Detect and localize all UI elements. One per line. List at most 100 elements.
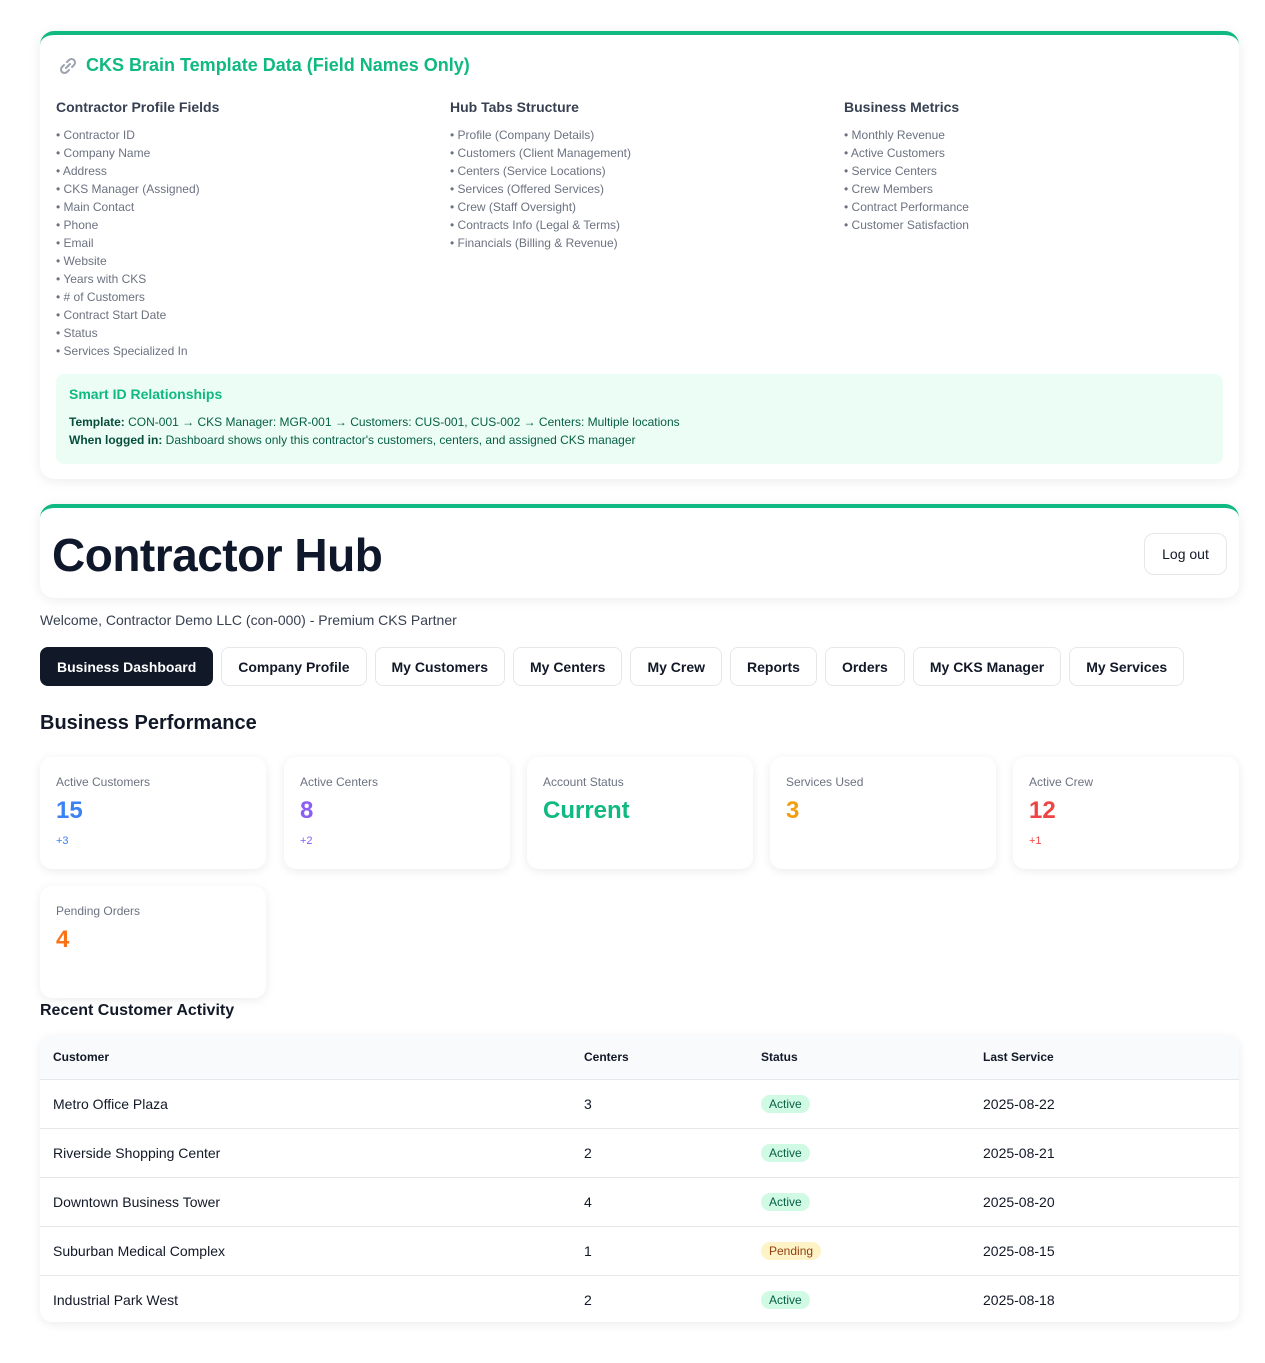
field-item: Crew (Staff Oversight) [450, 198, 830, 216]
column-heading: Contractor Profile Fields [56, 99, 220, 115]
hub-header: Contractor Hub Log out [40, 504, 1239, 598]
business-metrics-column: Business Metrics Monthly RevenueActive Cu… [844, 99, 1224, 234]
column-header: Centers [584, 1050, 629, 1065]
status-badge: Active [761, 1192, 810, 1211]
activity-title: Recent Customer Activity [40, 1002, 235, 1019]
tab-orders[interactable]: Orders [824, 647, 905, 686]
stat-change: +1 [1029, 835, 1042, 847]
table-body: Metro Office Plaza 3 Active 2025-08-22 River… [40, 1079, 1239, 1322]
tab-company-profile[interactable]: Company Profile [221, 647, 367, 686]
tab-my-centers[interactable]: My Centers [512, 647, 623, 686]
last-service-date: 2025-08-15 [983, 1242, 1055, 1259]
stat-card: Pending Orders 4 [40, 886, 266, 998]
tab-my-cks-manager[interactable]: My CKS Manager [912, 647, 1062, 686]
field-item: Address [56, 162, 436, 180]
stat-card: Services Used 3 [770, 757, 996, 869]
field-item: Service Centers [844, 162, 1224, 180]
tab-my-crew[interactable]: My Crew [630, 647, 723, 686]
customer-name: Riverside Shopping Center [53, 1144, 221, 1161]
link-icon [58, 56, 78, 76]
field-list: Profile (Company Details)Customers (Clie… [450, 126, 830, 252]
stat-value: 8 [300, 797, 314, 824]
last-service-date: 2025-08-21 [983, 1144, 1055, 1161]
table-row: Downtown Business Tower 4 Active 2025-08-20 [40, 1177, 1239, 1226]
stat-label: Pending Orders [56, 904, 141, 918]
table-row: Metro Office Plaza 3 Active 2025-08-22 [40, 1079, 1239, 1128]
centers-count: 3 [584, 1095, 592, 1112]
table-header-row: Customer Centers Status Last Service [40, 1036, 1239, 1079]
smart-id-template-line: Template: CON-001 → CKS Manager: MGR-001… [69, 415, 680, 429]
field-item: Contracts Info (Legal & Terms) [450, 216, 830, 234]
field-item: Contract Start Date [56, 306, 436, 324]
field-item: Main Contact [56, 198, 436, 216]
column-header: Last Service [983, 1050, 1054, 1065]
welcome-message: Welcome, Contractor Demo LLC (con-000) -… [40, 612, 457, 628]
status-cell: Active [748, 1128, 970, 1177]
stat-card: Account Status Current [527, 757, 753, 869]
status-badge: Pending [761, 1241, 822, 1260]
centers-count: 1 [584, 1242, 592, 1259]
tab-my-services[interactable]: My Services [1069, 647, 1185, 686]
stat-label: Services Used [786, 775, 864, 789]
status-badge: Active [761, 1143, 810, 1162]
stat-card: Active Crew 12 +1 [1013, 757, 1239, 869]
activity-table: Customer Centers Status Last Service Metro … [40, 1036, 1239, 1322]
status-cell: Active [748, 1177, 970, 1226]
field-item: Financials (Billing & Revenue) [450, 234, 830, 252]
last-service-date: 2025-08-22 [983, 1095, 1055, 1112]
field-item: Status [56, 324, 436, 342]
template-data-card: CKS Brain Template Data (Field Names Onl… [40, 31, 1239, 479]
hub-tabs-column: Hub Tabs Structure Profile (Company Detai… [450, 99, 830, 252]
customer-name: Suburban Medical Complex [53, 1242, 225, 1259]
profile-fields-column: Contractor Profile FieldsContractor IDCo… [56, 99, 436, 360]
field-item: Customer Satisfaction [844, 216, 1224, 234]
field-item: Monthly Revenue [844, 126, 1224, 144]
hub-tabs: Business Dashboard Company Profile My Cust… [40, 647, 1185, 686]
column-header: Customer [53, 1050, 110, 1065]
field-item: Email [56, 234, 436, 252]
smart-id-login-line: When logged in: Dashboard shows only thi… [69, 433, 636, 447]
smart-id-heading: Smart ID Relationships [69, 386, 223, 402]
stat-label: Account Status [543, 775, 624, 789]
tab-reports[interactable]: Reports [730, 647, 817, 686]
field-item: Crew Members [844, 180, 1224, 198]
stat-label: Active Centers [300, 775, 379, 789]
last-service-date: 2025-08-18 [983, 1291, 1055, 1308]
field-item: # of Customers [56, 288, 436, 306]
field-item: Years with CKS [56, 270, 436, 288]
tab-my-customers[interactable]: My Customers [374, 647, 505, 686]
field-list: Monthly RevenueActive CustomersService C… [844, 126, 1224, 234]
table-row: Industrial Park West 2 Active 2025-08-18 [40, 1275, 1239, 1322]
stat-label: Active Customers [56, 775, 151, 789]
logout-button[interactable]: Log out [1144, 533, 1227, 575]
field-item: Contractor ID [56, 126, 436, 144]
tab-business-dashboard[interactable]: Business Dashboard [40, 647, 214, 686]
centers-count: 4 [584, 1193, 592, 1210]
field-item: Active Customers [844, 144, 1224, 162]
column-heading: Hub Tabs Structure [450, 99, 579, 115]
stat-value: 12 [1029, 797, 1056, 824]
status-cell: Active [748, 1079, 970, 1128]
stat-change: +3 [56, 835, 69, 847]
smart-id-panel: Smart ID Relationships Template: CON-001… [56, 374, 1223, 464]
field-item: Company Name [56, 144, 436, 162]
status-cell: Active [748, 1275, 970, 1322]
customer-name: Downtown Business Tower [53, 1193, 221, 1210]
field-item: Website [56, 252, 436, 270]
field-item: Customers (Client Management) [450, 144, 830, 162]
last-service-date: 2025-08-20 [983, 1193, 1055, 1210]
field-item: Contract Performance [844, 198, 1224, 216]
template-title-text: CKS Brain Template Data (Field Names Onl… [86, 55, 470, 75]
stat-value: 4 [56, 926, 70, 953]
stat-value: 3 [786, 797, 800, 824]
template-title: CKS Brain Template Data (Field Names Onl… [58, 55, 470, 76]
field-item: Services Specialized In [56, 342, 436, 360]
stat-label: Active Crew [1029, 775, 1094, 789]
field-item: Phone [56, 216, 436, 234]
field-item: Profile (Company Details) [450, 126, 830, 144]
field-item: CKS Manager (Assigned) [56, 180, 436, 198]
performance-title: Business Performance [40, 712, 257, 734]
column-header: Status [761, 1050, 798, 1065]
column-heading: Business Metrics [844, 99, 960, 115]
status-badge: Active [761, 1094, 810, 1113]
